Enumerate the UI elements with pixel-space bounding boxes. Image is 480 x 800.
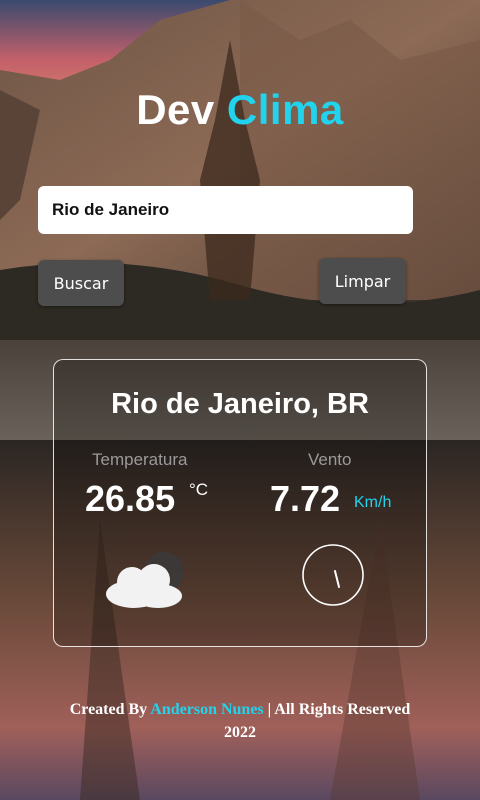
- temperature-unit: °C: [189, 480, 209, 499]
- app-title: Dev Clima: [0, 86, 480, 134]
- location-name: Rio de Janeiro, BR: [111, 388, 369, 420]
- footer: Created By Anderson Nunes | All Rights R…: [0, 698, 480, 744]
- wind-speed-unit: Km/h: [354, 494, 392, 511]
- footer-rights: | All Rights Reserved: [267, 701, 411, 718]
- app-title-clima: Clima: [226, 86, 344, 133]
- compass-icon: [301, 543, 365, 612]
- cloud-icon: [104, 550, 190, 617]
- wind-speed-value: 7.72: [270, 478, 341, 519]
- temperature-value: 26.85: [85, 478, 176, 519]
- footer-author: Anderson Nunes: [150, 701, 264, 718]
- search-button[interactable]: Buscar: [38, 260, 124, 306]
- weather-card: Rio de Janeiro, BR Temperatura Vento 26.…: [53, 359, 427, 647]
- footer-year: 2022: [224, 724, 256, 741]
- footer-prefix: Created By: [69, 701, 148, 718]
- clear-button[interactable]: Limpar: [319, 258, 406, 304]
- temperature-label: Temperatura: [92, 450, 188, 469]
- city-search-input[interactable]: [38, 186, 413, 234]
- app-title-dev: Dev: [136, 86, 215, 133]
- wind-label: Vento: [308, 450, 352, 469]
